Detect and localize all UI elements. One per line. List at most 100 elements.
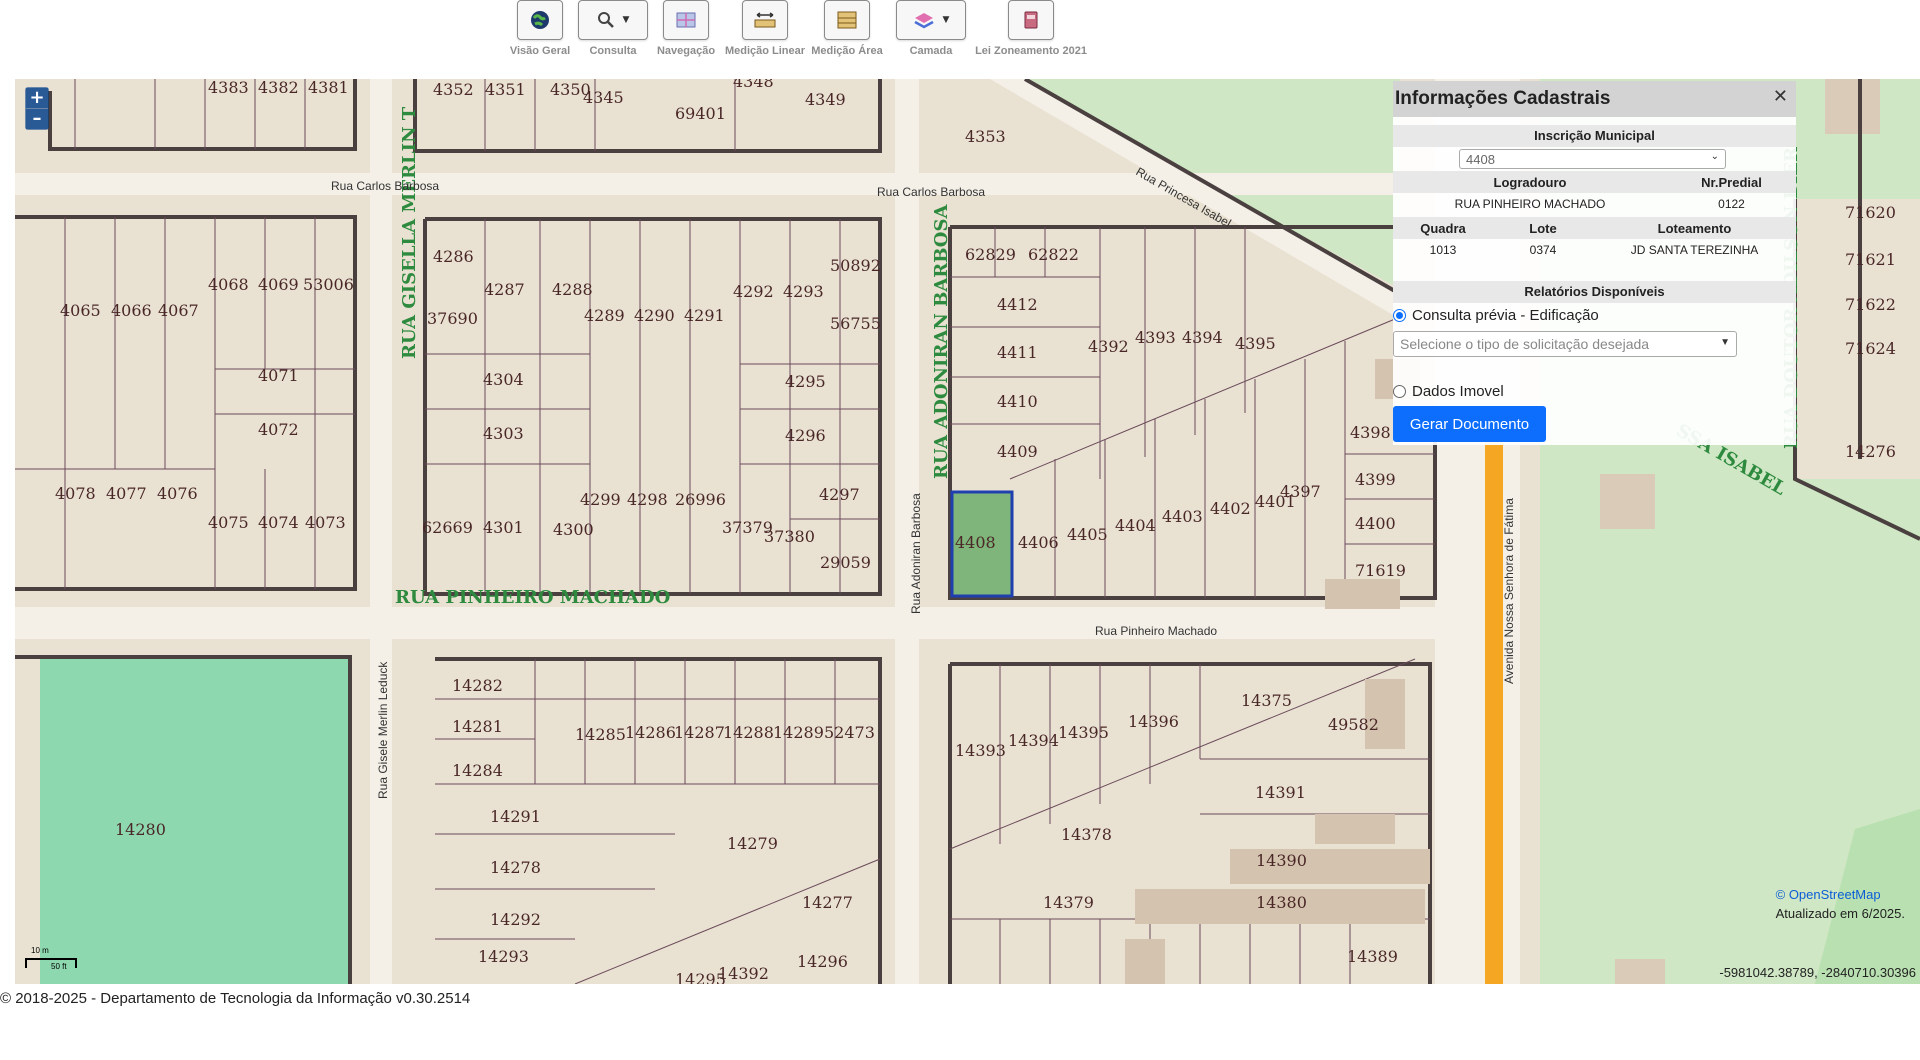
chevron-down-icon: ▼ xyxy=(622,15,630,25)
parcel-label: 4078 xyxy=(55,484,96,503)
parcel-label: 14289 xyxy=(773,723,824,742)
parcel-label: 37380 xyxy=(764,527,815,546)
parcel-label: 4402 xyxy=(1210,499,1251,518)
parcel-label: 14393 xyxy=(955,741,1006,760)
layers-icon xyxy=(913,13,934,29)
parcel-label: 26996 xyxy=(675,490,726,509)
lote-value: 0374 xyxy=(1529,243,1557,257)
street-label: Rua Carlos Barbosa xyxy=(877,185,985,199)
parcel-label: 49582 xyxy=(1328,715,1379,734)
medicao-linear-button[interactable] xyxy=(742,0,788,40)
ruler-icon xyxy=(754,12,776,28)
chevron-down-icon: ⌄ xyxy=(1710,151,1719,162)
nr-predial-label: Nr.Predial xyxy=(1701,174,1762,190)
gerar-documento-button[interactable]: Gerar Documento xyxy=(1393,406,1546,442)
radio-button-unchecked[interactable] xyxy=(1393,385,1406,398)
parcel-label: 4410 xyxy=(997,392,1038,411)
lei-zoneamento-button[interactable] xyxy=(1008,0,1054,40)
parcel-label: 4393 xyxy=(1135,328,1176,347)
tool-lei-zoneamento[interactable]: Lei Zoneamento 2021 xyxy=(975,0,1087,57)
tool-navegacao[interactable]: Navegação xyxy=(656,0,716,57)
parcel-label: 14276 xyxy=(1845,442,1896,461)
parcel-label: 4292 xyxy=(733,282,774,301)
parcel-label: 71624 xyxy=(1845,339,1896,358)
medicao-area-button[interactable] xyxy=(824,0,870,40)
map-icon xyxy=(676,12,696,28)
zoom-out-button[interactable]: – xyxy=(26,109,48,129)
parcel-label: 14279 xyxy=(727,834,778,853)
inscricao-select[interactable]: 4408 ⌄ xyxy=(1459,149,1726,169)
visao-geral-button[interactable] xyxy=(517,0,563,40)
zoom-control: + – xyxy=(25,87,49,130)
parcel-label: 4301 xyxy=(483,518,524,537)
tool-medicao-linear[interactable]: Medição Linear xyxy=(724,0,806,57)
park-parcel xyxy=(40,659,350,984)
quadra-row: 1013 0374 JD SANTA TEREZINHA xyxy=(1393,239,1796,261)
parcel-label: 4289 xyxy=(584,306,625,325)
parcel-label: 52473 xyxy=(824,723,875,742)
selected-parcel-label: 4408 xyxy=(955,533,996,552)
parcel-label: 14292 xyxy=(490,910,541,929)
parcel-label: 14285 xyxy=(575,725,626,744)
parcel-label: 14375 xyxy=(1241,691,1292,710)
parcel-label: 4066 xyxy=(111,301,152,320)
parcel-label: 14395 xyxy=(1058,723,1109,742)
radio-consulta-previa[interactable]: Consulta prévia - Edificação xyxy=(1393,307,1599,324)
parcel-label: 71621 xyxy=(1845,250,1896,269)
close-icon[interactable]: ✕ xyxy=(1773,86,1788,107)
parcel-label: 14390 xyxy=(1256,851,1307,870)
map-updated-text: Atualizado em 6/2025. xyxy=(1775,906,1905,921)
parcel-label: 4345 xyxy=(583,88,624,107)
tool-medicao-area[interactable]: Medição Área xyxy=(811,0,883,57)
parcel-label: 4300 xyxy=(553,520,594,539)
inscricao-value: 4408 xyxy=(1466,151,1495,167)
zoom-in-button[interactable]: + xyxy=(26,88,48,108)
solicitacao-select[interactable]: Selecione o tipo de solicitação desejada… xyxy=(1393,331,1737,357)
radio-dados-label: Dados Imovel xyxy=(1412,383,1504,400)
parcel-label: 14281 xyxy=(452,717,503,736)
tool-label: Consulta xyxy=(589,45,637,57)
tool-label: Navegação xyxy=(656,45,716,57)
consulta-button[interactable]: ▼ xyxy=(578,0,648,40)
inscricao-row: 4408 ⌄ xyxy=(1393,147,1796,171)
parcel-label: 14288 xyxy=(723,723,774,742)
tool-label: Medição Linear xyxy=(724,45,806,57)
tool-consulta[interactable]: ▼ Consulta xyxy=(578,0,648,57)
tool-label: Camada xyxy=(909,45,953,57)
parcel-label: 4403 xyxy=(1162,507,1203,526)
info-panel: Informações Cadastrais ✕ Inscrição Munic… xyxy=(1393,81,1796,445)
parcel-label: 14389 xyxy=(1347,947,1398,966)
parcel-label: 4290 xyxy=(634,306,675,325)
parcel-label: 4394 xyxy=(1182,328,1223,347)
osm-attribution-link[interactable]: © OpenStreetMap xyxy=(1776,887,1905,902)
navegacao-button[interactable] xyxy=(663,0,709,40)
parcel-label: 69401 xyxy=(675,104,726,123)
quadra-label: Quadra xyxy=(1420,220,1466,236)
parcel-label: 4411 xyxy=(997,343,1038,362)
footer-copyright: © 2018-2025 - Departamento de Tecnologia… xyxy=(0,990,471,1007)
parcel-label: 14287 xyxy=(674,723,725,742)
parcel-label: 53006 xyxy=(303,275,354,294)
chevron-down-icon: ▼ xyxy=(942,15,950,25)
area-icon xyxy=(837,11,857,29)
parcel-label: 14296 xyxy=(797,952,848,971)
logradouro-row: RUA PINHEIRO MACHADO 0122 xyxy=(1393,193,1796,215)
parcel-label: 4398 xyxy=(1350,423,1391,442)
loteamento-label: Loteamento xyxy=(1657,220,1732,236)
radio-button-checked[interactable] xyxy=(1393,309,1406,322)
camada-button[interactable]: ▼ xyxy=(896,0,966,40)
tool-camada[interactable]: ▼ Camada xyxy=(896,0,966,57)
building xyxy=(1600,474,1655,529)
parcel-label: 14282 xyxy=(452,676,503,695)
parcel-label: 4383 xyxy=(208,79,249,97)
parcel-label: 14392 xyxy=(718,964,769,983)
tool-label: Visão Geral xyxy=(509,45,571,57)
radio-consulta-label: Consulta prévia - Edificação xyxy=(1412,307,1599,324)
tool-visao-geral[interactable]: Visão Geral xyxy=(510,0,570,57)
logradouro-value: RUA PINHEIRO MACHADO xyxy=(1454,197,1606,211)
parcel-label: 71622 xyxy=(1845,295,1896,314)
avenue-line xyxy=(1485,429,1503,984)
nr-predial-value: 0122 xyxy=(1718,197,1745,211)
radio-dados-imovel[interactable]: Dados Imovel xyxy=(1393,383,1504,400)
loteamento-value: JD SANTA TEREZINHA xyxy=(1630,243,1759,257)
